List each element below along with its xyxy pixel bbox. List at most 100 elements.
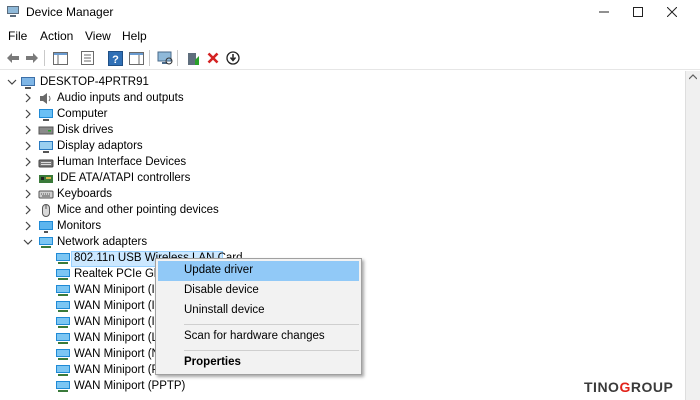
back-arrow-icon[interactable] bbox=[4, 49, 22, 67]
tree-category-label: Network adapters bbox=[57, 236, 148, 248]
title-bar: Device Manager bbox=[0, 0, 700, 24]
tree-category-label: Disk drives bbox=[57, 124, 114, 136]
monitor-icon bbox=[39, 221, 53, 233]
hid-icon bbox=[38, 159, 54, 168]
tree-device-label: WAN Miniport (I bbox=[74, 316, 155, 328]
context-separator bbox=[184, 324, 359, 325]
network-adapter-icon bbox=[56, 253, 70, 264]
menu-help[interactable]: Help bbox=[122, 29, 147, 43]
window-title: Device Manager bbox=[26, 5, 114, 19]
tree-device-label: WAN Miniport (N bbox=[74, 348, 160, 360]
chevron-right-icon[interactable] bbox=[22, 92, 34, 104]
network-adapter-icon bbox=[56, 349, 70, 360]
vertical-scrollbar[interactable] bbox=[686, 71, 700, 400]
tree-category-ide[interactable]: IDE ATA/ATAPI controllers bbox=[0, 171, 685, 187]
mouse-icon bbox=[42, 204, 50, 217]
menu-action[interactable]: Action bbox=[40, 29, 73, 43]
close-button[interactable] bbox=[652, 0, 692, 24]
tree-category-computer[interactable]: Computer bbox=[0, 107, 685, 123]
menu-bar: File Action View Help bbox=[0, 26, 700, 46]
forward-arrow-icon[interactable] bbox=[23, 49, 41, 67]
display-adapter-icon bbox=[39, 141, 53, 153]
toolbar-separator bbox=[149, 50, 150, 66]
tree-device-label: WAN Miniport (L bbox=[74, 332, 158, 344]
tree-category-label: Display adaptors bbox=[57, 140, 143, 152]
tree-category-disk-drives[interactable]: Disk drives bbox=[0, 123, 685, 139]
help-icon[interactable]: ? bbox=[106, 49, 124, 67]
action-pane-icon[interactable] bbox=[127, 49, 145, 67]
tree-category-display-adaptors[interactable]: Display adaptors bbox=[0, 139, 685, 155]
brand-part1: TINO bbox=[584, 379, 620, 395]
brand-part3: ROUP bbox=[630, 379, 674, 395]
context-uninstall-device[interactable]: Uninstall device bbox=[158, 301, 359, 321]
network-adapter-icon bbox=[56, 333, 70, 344]
tree-device-label: WAN Miniport (I bbox=[74, 284, 155, 296]
tree-category-audio[interactable]: Audio inputs and outputs bbox=[0, 91, 685, 107]
network-adapter-icon bbox=[56, 269, 70, 280]
scroll-up-arrow-icon[interactable] bbox=[689, 74, 697, 80]
chevron-right-icon[interactable] bbox=[22, 140, 34, 152]
chevron-right-icon[interactable] bbox=[22, 188, 34, 200]
chevron-right-icon[interactable] bbox=[22, 156, 34, 168]
show-hide-console-tree-icon[interactable] bbox=[51, 49, 69, 67]
brand-part2: G bbox=[619, 379, 631, 395]
network-adapter-icon bbox=[56, 365, 70, 376]
menu-view[interactable]: View bbox=[85, 29, 111, 43]
toolbar-separator bbox=[44, 50, 45, 66]
svg-text:?: ? bbox=[112, 54, 119, 66]
network-adapter-icon bbox=[56, 285, 70, 296]
tree-category-keyboards[interactable]: Keyboards bbox=[0, 187, 685, 203]
tree-device-label: Realtek PCIe GbE bbox=[74, 268, 168, 280]
computer-icon bbox=[39, 109, 53, 121]
context-item-label: Update driver bbox=[184, 264, 254, 276]
context-scan-hardware[interactable]: Scan for hardware changes bbox=[158, 327, 359, 347]
toolbar-separator bbox=[177, 50, 178, 66]
tree-category-label: Audio inputs and outputs bbox=[57, 92, 184, 104]
tree-category-label: Keyboards bbox=[57, 188, 112, 200]
context-disable-device[interactable]: Disable device bbox=[158, 281, 359, 301]
tree-category-label: IDE ATA/ATAPI controllers bbox=[57, 172, 191, 184]
context-item-label: Properties bbox=[184, 356, 241, 368]
menu-file[interactable]: File bbox=[8, 29, 27, 43]
tree-category-label: Mice and other pointing devices bbox=[57, 204, 219, 216]
context-separator bbox=[184, 350, 359, 351]
device-manager-icon bbox=[7, 6, 19, 17]
brand-watermark: TINOGROUP bbox=[584, 379, 673, 395]
chevron-right-icon[interactable] bbox=[22, 204, 34, 216]
context-update-driver[interactable]: Update driver bbox=[158, 261, 359, 281]
tree-device-label: WAN Miniport (P bbox=[74, 364, 160, 376]
tree-category-network-adapters[interactable]: Network adapters bbox=[0, 235, 685, 251]
chevron-right-icon[interactable] bbox=[22, 108, 34, 120]
update-driver-icon[interactable] bbox=[184, 49, 202, 67]
tree-category-label: Computer bbox=[57, 108, 108, 120]
network-adapter-icon bbox=[56, 381, 70, 392]
context-item-label: Disable device bbox=[184, 284, 259, 296]
chevron-right-icon[interactable] bbox=[22, 172, 34, 184]
context-item-label: Uninstall device bbox=[184, 304, 265, 316]
context-item-label: Scan for hardware changes bbox=[184, 330, 325, 342]
chevron-down-icon[interactable] bbox=[6, 76, 18, 88]
tree-root[interactable]: DESKTOP-4PRTR91 bbox=[0, 75, 685, 91]
chevron-right-icon[interactable] bbox=[22, 220, 34, 232]
context-properties[interactable]: Properties bbox=[158, 353, 359, 373]
tree-root-label: DESKTOP-4PRTR91 bbox=[40, 76, 149, 88]
tree-category-mice[interactable]: Mice and other pointing devices bbox=[0, 203, 685, 219]
keyboard-icon bbox=[38, 190, 54, 199]
tree-category-monitors[interactable]: Monitors bbox=[0, 219, 685, 235]
network-adapter-icon bbox=[39, 237, 53, 248]
chevron-down-icon[interactable] bbox=[22, 236, 34, 248]
ide-controller-icon bbox=[39, 175, 53, 183]
tree-category-label: Human Interface Devices bbox=[57, 156, 187, 168]
tree-device-label: WAN Miniport (I bbox=[74, 300, 155, 312]
properties-icon[interactable] bbox=[78, 49, 96, 67]
tree-device-label: WAN Miniport (PPTP) bbox=[74, 380, 186, 392]
toolbar: ? bbox=[0, 46, 700, 70]
tree-category-hid[interactable]: Human Interface Devices bbox=[0, 155, 685, 171]
uninstall-icon[interactable] bbox=[204, 49, 222, 67]
scan-hardware-icon[interactable] bbox=[156, 49, 174, 67]
context-menu: Update driver Disable device Uninstall d… bbox=[155, 258, 362, 375]
tree-category-label: Monitors bbox=[57, 220, 102, 232]
computer-icon bbox=[21, 77, 35, 89]
disable-device-icon[interactable] bbox=[224, 49, 242, 67]
chevron-right-icon[interactable] bbox=[22, 124, 34, 136]
